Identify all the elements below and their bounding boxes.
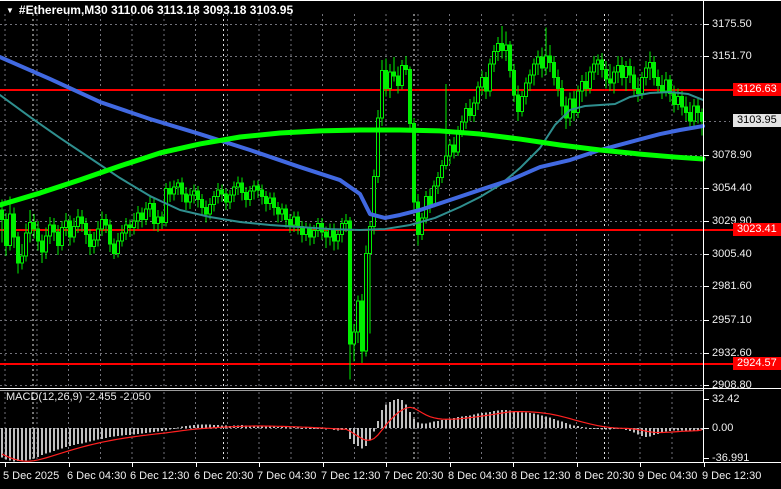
price-axis-label: 3078.90 [712, 149, 752, 161]
macd-axis-label: -36.991 [712, 452, 749, 464]
price-axis-label: 2908.80 [712, 379, 752, 391]
time-axis-label: 5 Dec 2025 [3, 470, 59, 482]
price-axis-label: 2981.60 [712, 280, 752, 292]
time-axis-label: 7 Dec 04:30 [257, 470, 316, 482]
price-axis-label: 3005.40 [712, 248, 752, 260]
time-axis-label: 8 Dec 04:30 [448, 470, 507, 482]
chart-canvas[interactable] [0, 0, 781, 489]
current-price-tag: 3103.95 [733, 114, 781, 127]
chart-title: ▼ #Ethereum,M30 3110.06 3113.18 3093.18 3… [6, 3, 293, 17]
time-axis-label: 8 Dec 12:30 [511, 470, 570, 482]
chart-title-text: #Ethereum,M30 3110.06 3113.18 3093.18 31… [19, 3, 293, 17]
price-level-tag: 3023.41 [733, 223, 781, 236]
price-axis-label: 3054.40 [712, 182, 752, 194]
time-axis-label: 6 Dec 20:30 [194, 470, 253, 482]
macd-axis-label: 32.42 [712, 393, 740, 405]
chart-menu-icon[interactable]: ▼ [6, 6, 14, 15]
time-axis-label: 7 Dec 20:30 [384, 470, 443, 482]
time-axis-label: 7 Dec 12:30 [321, 470, 380, 482]
trading-chart-window: ▼ #Ethereum,M30 3110.06 3113.18 3093.18 3… [0, 0, 781, 489]
macd-indicator-label: MACD(12,26,9) -2.455 -2.050 [6, 391, 151, 403]
price-axis-label: 2957.10 [712, 314, 752, 326]
price-axis-label: 3151.70 [712, 50, 752, 62]
time-axis-label: 6 Dec 04:30 [67, 470, 126, 482]
macd-axis-label: 0.00 [712, 422, 733, 434]
time-axis-label: 9 Dec 04:30 [638, 470, 697, 482]
time-axis-label: 6 Dec 12:30 [130, 470, 189, 482]
time-axis-label: 8 Dec 20:30 [575, 470, 634, 482]
price-axis-label: 3175.50 [712, 18, 752, 30]
price-level-tag: 3126.63 [733, 83, 781, 96]
time-axis-label: 9 Dec 12:30 [702, 470, 761, 482]
price-level-tag: 2924.57 [733, 357, 781, 370]
